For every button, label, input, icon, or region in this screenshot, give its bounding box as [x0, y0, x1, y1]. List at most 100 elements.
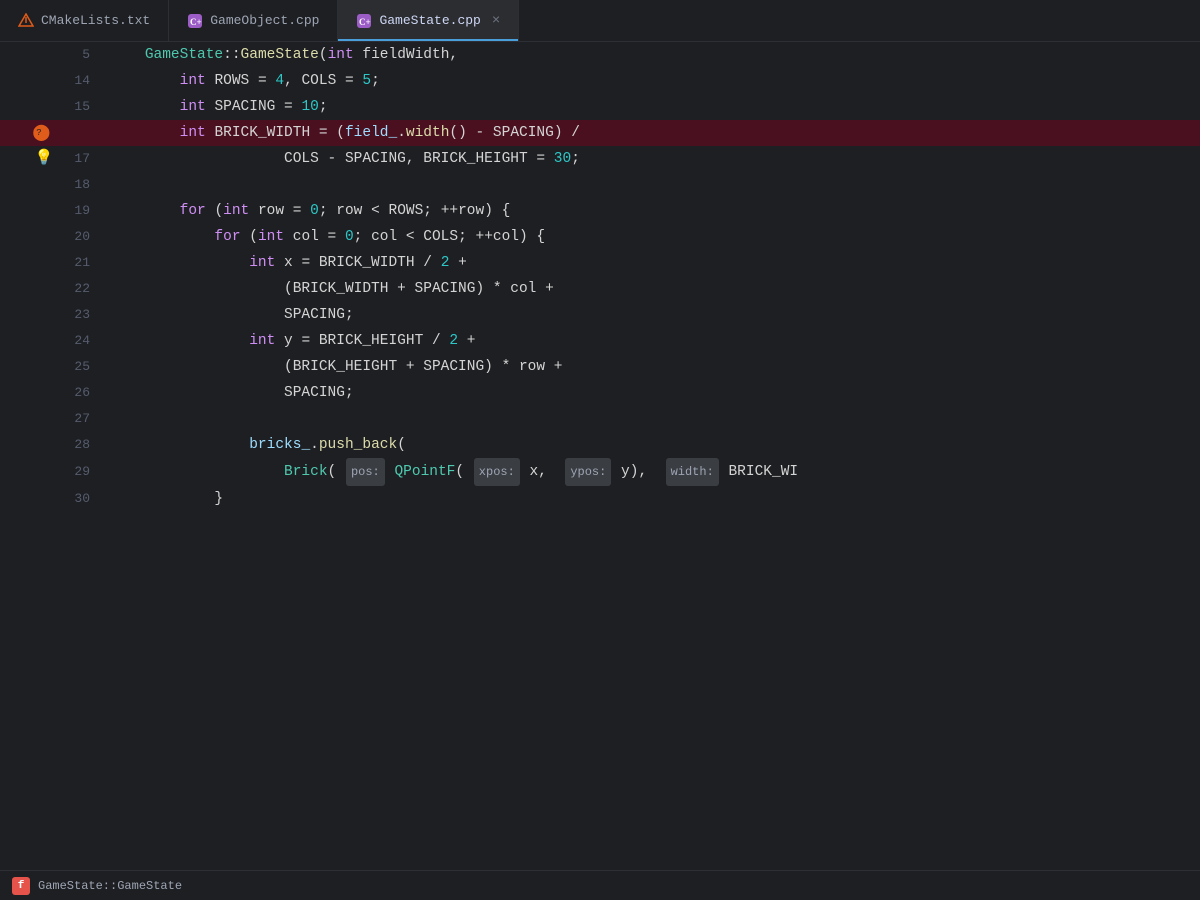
- gameobject-cpp-icon: C+: [187, 13, 203, 29]
- code-line-5: 5 GameState::GameState(int fieldWidth,: [0, 42, 1200, 68]
- line-number-15: 15: [62, 94, 90, 120]
- gutter-icon-22: [34, 276, 54, 302]
- code-line-29: 29 Brick( pos: QPointF( xpos: x, ypos: y…: [0, 458, 1200, 486]
- svg-text:C+: C+: [359, 17, 371, 27]
- code-line-17: 💡 17 COLS - SPACING, BRICK_HEIGHT = 30;: [0, 146, 1200, 172]
- gutter-icon-5: [34, 42, 54, 68]
- line-content-29[interactable]: Brick( pos: QPointF( xpos: x, ypos: y), …: [100, 458, 1200, 486]
- gutter-icon-29: [34, 459, 54, 485]
- code-line-26: 26 SPACING;: [0, 380, 1200, 406]
- line-content-15[interactable]: int SPACING = 10;: [100, 94, 1200, 120]
- gutter-27: 27: [0, 406, 100, 432]
- code-line-21: 21 int x = BRICK_WIDTH / 2 +: [0, 250, 1200, 276]
- line-number-20: 20: [62, 224, 90, 250]
- line-number-5: 5: [62, 42, 90, 68]
- line-content-17[interactable]: COLS - SPACING, BRICK_HEIGHT = 30;: [100, 146, 1200, 172]
- gutter-icon-27: [34, 406, 54, 432]
- tab-gameobject-label: GameObject.cpp: [210, 13, 319, 28]
- code-line-19: 19 for (int row = 0; row < ROWS; ++row) …: [0, 198, 1200, 224]
- line-content-27[interactable]: [100, 406, 1200, 432]
- gamestate-cpp-icon: C+: [356, 13, 372, 29]
- line-content-23[interactable]: SPACING;: [100, 302, 1200, 328]
- line-number-23: 23: [62, 302, 90, 328]
- svg-text:C+: C+: [190, 17, 202, 27]
- status-filetype-icon: f: [12, 877, 30, 895]
- tab-gamestate[interactable]: C+ GameState.cpp ×: [338, 0, 519, 41]
- line-content-25[interactable]: (BRICK_HEIGHT + SPACING) * row +: [100, 354, 1200, 380]
- line-content-19[interactable]: for (int row = 0; row < ROWS; ++row) {: [100, 198, 1200, 224]
- line-number-24: 24: [62, 328, 90, 354]
- tab-bar: CMakeLists.txt C+ GameObject.cpp C+ Game…: [0, 0, 1200, 42]
- line-number-27: 27: [62, 406, 90, 432]
- line-number-22: 22: [62, 276, 90, 302]
- tab-gameobject[interactable]: C+ GameObject.cpp: [169, 0, 338, 41]
- line-number-18: 18: [62, 172, 90, 198]
- line-content-24[interactable]: int y = BRICK_HEIGHT / 2 +: [100, 328, 1200, 354]
- gutter-icon-24: [34, 328, 54, 354]
- gutter-icon-bulb-17[interactable]: 💡: [34, 146, 54, 172]
- gutter-icon-30: [34, 486, 54, 512]
- gutter-17: 💡 17: [0, 146, 100, 172]
- line-number-25: 25: [62, 354, 90, 380]
- gutter-15: 15: [0, 94, 100, 120]
- line-content-22[interactable]: (BRICK_WIDTH + SPACING) * col +: [100, 276, 1200, 302]
- line-content-5[interactable]: GameState::GameState(int fieldWidth,: [100, 42, 1200, 68]
- gutter-icon-18: [34, 172, 54, 198]
- gutter-icon-21: [34, 250, 54, 276]
- gutter-23: 23: [0, 302, 100, 328]
- code-line-18: 18: [0, 172, 1200, 198]
- gutter-icon-20: [34, 224, 54, 250]
- gutter-18: 18: [0, 172, 100, 198]
- line-content-14[interactable]: int ROWS = 4, COLS = 5;: [100, 68, 1200, 94]
- line-number-17: 17: [62, 146, 90, 172]
- line-content-26[interactable]: SPACING;: [100, 380, 1200, 406]
- line-number-28: 28: [62, 432, 90, 458]
- gutter-14: 14: [0, 68, 100, 94]
- gutter-icon-26: [34, 380, 54, 406]
- code-editor: 5 GameState::GameState(int fieldWidth, 1…: [0, 42, 1200, 870]
- line-content-18[interactable]: [100, 172, 1200, 198]
- code-line-16: ⬤? int BRICK_WIDTH = (field_.width() - S…: [0, 120, 1200, 146]
- cmake-icon: [18, 13, 34, 29]
- gutter-26: 26: [0, 380, 100, 406]
- line-content-21[interactable]: int x = BRICK_WIDTH / 2 +: [100, 250, 1200, 276]
- gutter-icon-debug-16: ⬤?: [34, 120, 54, 146]
- line-number-21: 21: [62, 250, 90, 276]
- line-number-19: 19: [62, 198, 90, 224]
- code-line-30: 30 }: [0, 486, 1200, 512]
- tab-gamestate-label: GameState.cpp: [379, 13, 480, 28]
- gutter-icon-23: [34, 302, 54, 328]
- gutter-22: 22: [0, 276, 100, 302]
- code-line-22: 22 (BRICK_WIDTH + SPACING) * col +: [0, 276, 1200, 302]
- status-context: GameState::GameState: [38, 879, 182, 893]
- status-bar: f GameState::GameState: [0, 870, 1200, 900]
- gutter-24: 24: [0, 328, 100, 354]
- line-content-30[interactable]: }: [100, 486, 1200, 512]
- gutter-29: 29: [0, 458, 100, 486]
- gutter-5: 5: [0, 42, 100, 68]
- gutter-icon-25: [34, 354, 54, 380]
- line-content-16[interactable]: int BRICK_WIDTH = (field_.width() - SPAC…: [100, 120, 1200, 146]
- line-number-29: 29: [62, 459, 90, 485]
- gutter-icon-15: [34, 94, 54, 120]
- code-line-23: 23 SPACING;: [0, 302, 1200, 328]
- line-number-14: 14: [62, 68, 90, 94]
- gutter-icon-14: [34, 68, 54, 94]
- tab-gamestate-close[interactable]: ×: [492, 13, 500, 29]
- gutter-19: 19: [0, 198, 100, 224]
- gutter-20: 20: [0, 224, 100, 250]
- gutter-30: 30: [0, 486, 100, 512]
- gutter-16: ⬤?: [0, 120, 100, 146]
- gutter-21: 21: [0, 250, 100, 276]
- code-line-24: 24 int y = BRICK_HEIGHT / 2 +: [0, 328, 1200, 354]
- tab-cmake[interactable]: CMakeLists.txt: [0, 0, 169, 41]
- line-number-30: 30: [62, 486, 90, 512]
- line-content-20[interactable]: for (int col = 0; col < COLS; ++col) {: [100, 224, 1200, 250]
- code-line-25: 25 (BRICK_HEIGHT + SPACING) * row +: [0, 354, 1200, 380]
- code-line-20: 20 for (int col = 0; col < COLS; ++col) …: [0, 224, 1200, 250]
- code-line-15: 15 int SPACING = 10;: [0, 94, 1200, 120]
- code-line-14: 14 int ROWS = 4, COLS = 5;: [0, 68, 1200, 94]
- gutter-25: 25: [0, 354, 100, 380]
- line-number-26: 26: [62, 380, 90, 406]
- line-content-28[interactable]: bricks_.push_back(: [100, 432, 1200, 458]
